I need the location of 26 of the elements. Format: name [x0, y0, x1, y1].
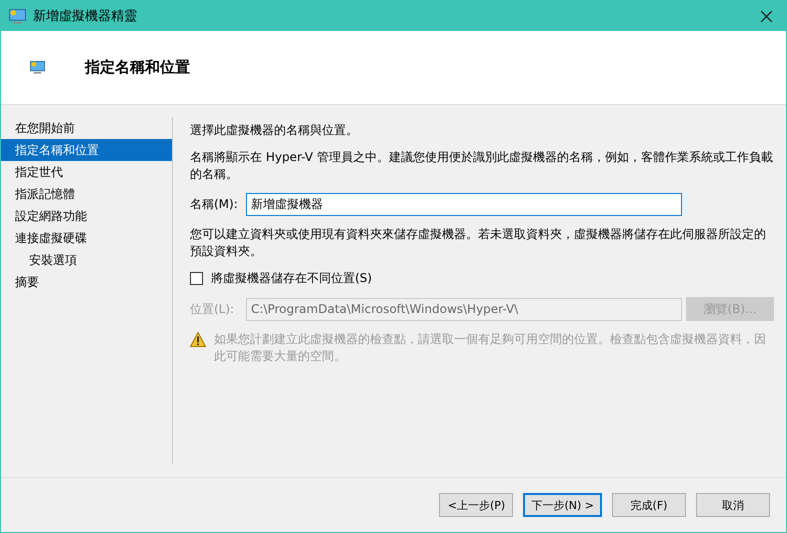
warning-icon — [190, 332, 206, 347]
window-title: 新增虛擬機器精靈 — [33, 8, 138, 25]
field-label: 名稱(M): — [190, 196, 239, 213]
name-field[interactable]: 新增虛擬機器 — [246, 193, 682, 216]
monitor-icon — [30, 61, 45, 74]
nav-item[interactable]: 指定名稱和位置 — [1, 139, 172, 161]
nav-item[interactable]: 摘要 — [1, 271, 172, 293]
wizard-button[interactable]: 完成(F) — [612, 493, 686, 517]
nav-item[interactable]: 指定世代 — [1, 161, 172, 183]
description-text: 您可以建立資料夾或使用現有資料夾來儲存虛擬機器。若未選取資料夾，虛擬機器將儲存在此伺服器所設定的預設資料夾。 — [190, 226, 767, 260]
nav-item[interactable]: 在您開始前 — [1, 117, 172, 139]
description-text: 名稱將顯示在 Hyper-V 管理員之中。建議您使用便於識別此虛擬機器的名稱，例如，客體作業系統或工作負載的名稱。 — [190, 149, 774, 183]
checkbox-label: 將虛擬機器儲存在不同位置(S) — [211, 270, 372, 287]
checkbox[interactable] — [190, 272, 203, 285]
page-heading: 指定名稱和位置 — [85, 58, 190, 77]
wizard-button[interactable]: 取消 — [696, 493, 770, 517]
nav-item[interactable]: 安裝選項 — [1, 249, 172, 271]
nav-item[interactable]: 連接虛擬硬碟 — [1, 227, 172, 249]
field-label: 位置(L): — [190, 300, 236, 318]
nav-item[interactable]: 指派記憶體 — [1, 183, 172, 205]
wizard-button[interactable]: <上一步(P) — [439, 493, 514, 517]
wizard-button[interactable]: 下一步(N) > — [523, 493, 602, 517]
nav-item[interactable]: 設定網路功能 — [1, 205, 172, 227]
instruction-text: 選擇此虛擬機器的名稱與位置。 — [190, 122, 359, 139]
warning-text: 如果您計劃建立此虛擬機器的檢查點，請選取一個有足夠可用空間的位置。檢查點包含虛擬機器資料，因此可能需要大量的空間。 — [214, 331, 767, 365]
monitor-icon — [9, 8, 26, 24]
